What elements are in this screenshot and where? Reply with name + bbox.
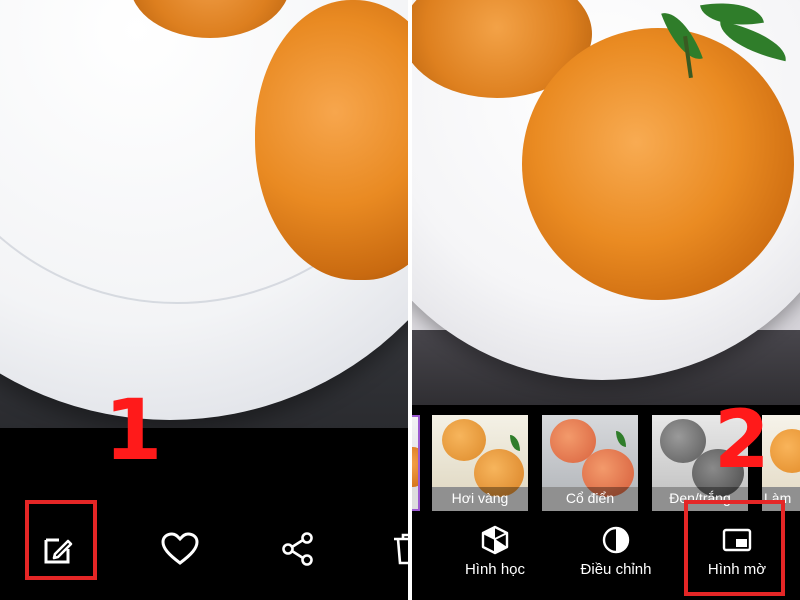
adjust-icon: [602, 526, 630, 554]
filter-label: Cổ điển: [542, 487, 638, 511]
trash-icon[interactable]: [392, 531, 408, 567]
geometry-icon: [481, 525, 509, 555]
filter-card[interactable]: Cổ điển: [542, 415, 638, 511]
highlight-box-watermark: [684, 500, 785, 596]
filter-card[interactable]: Hơi vàng: [432, 415, 528, 511]
tool-label: Điều chỉnh: [580, 561, 652, 578]
filter-label: Hơi vàng: [432, 487, 528, 511]
tool-label: Hình học: [464, 561, 526, 578]
highlight-box-edit: [25, 500, 97, 580]
tool-adjust[interactable]: Điều chỉnh: [561, 525, 671, 578]
filter-card-selected[interactable]: [412, 415, 420, 511]
step-number-1: 1: [104, 381, 163, 479]
heart-icon[interactable]: [160, 531, 200, 567]
photo-view[interactable]: [0, 0, 408, 428]
photo-preview: [412, 0, 800, 405]
right-screen: Hơi vàng Cổ điển Đen/trắng Làm Hình học …: [412, 0, 800, 600]
step-number-2: 2: [714, 393, 770, 486]
orange-main: [522, 28, 794, 300]
tool-geometry[interactable]: Hình học: [440, 525, 550, 578]
share-icon[interactable]: [280, 531, 316, 567]
left-screen: 1: [0, 0, 408, 600]
